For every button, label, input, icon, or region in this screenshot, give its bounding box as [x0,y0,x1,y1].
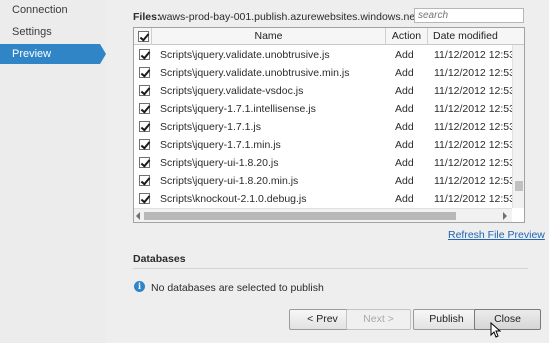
close-button[interactable]: Close [474,309,541,330]
mouse-cursor-icon [490,322,502,338]
table-row[interactable]: Scripts\jquery-1.7.1.min.js Add 11/12/2012… [134,136,524,154]
table-row[interactable]: Scripts\jquery.validate.unobtrusive.js Ad… [134,46,524,64]
table-row[interactable]: Scripts\jquery-ui-1.8.20.min.js Add 11/12/… [134,172,524,190]
search-input[interactable] [414,8,524,23]
databases-divider [133,268,528,269]
file-action: Add [395,103,414,115]
file-action: Add [395,121,414,133]
row-checkbox[interactable] [139,157,150,168]
nav-item-settings[interactable]: Settings [0,22,100,42]
scroll-left-icon[interactable] [136,212,140,220]
file-name: Scripts\jquery-1.7.1.js [160,121,261,133]
header-action[interactable]: Action [386,28,428,45]
row-checkbox[interactable] [139,103,150,114]
file-action: Add [395,67,414,79]
next-button[interactable]: Next > [346,309,411,330]
vertical-scrollbar[interactable] [512,45,524,208]
row-checkbox[interactable] [139,175,150,186]
table-row[interactable]: Scripts\jquery.validate.unobtrusive.min.… [134,64,524,82]
nav-item-preview[interactable]: Preview [0,44,100,64]
row-checkbox[interactable] [139,121,150,132]
grid-header: Name Action Date modified [134,28,524,45]
file-name: Scripts\jquery-1.7.1.intellisense.js [160,103,316,115]
files-label: Files: [133,11,161,23]
header-name[interactable]: Name [152,28,386,45]
header-date-modified[interactable]: Date modified [428,28,524,45]
file-action: Add [395,49,414,61]
row-checkbox[interactable] [139,49,150,60]
row-checkbox[interactable] [139,67,150,78]
file-name: Scripts\jquery.validate.unobtrusive.min.… [160,67,350,79]
info-icon: i [134,281,145,292]
horizontal-scroll-thumb[interactable] [144,212,456,220]
file-action: Add [395,139,414,151]
file-action: Add [395,193,414,205]
file-action: Add [395,157,414,169]
publish-button[interactable]: Publish [413,309,480,330]
table-row[interactable]: Scripts\knockout-2.1.0.debug.js Add 11/12/… [134,190,524,208]
table-row[interactable]: Scripts\jquery-1.7.1.intellisense.js Add 1… [134,100,524,118]
files-header: Files: waws-prod-bay-001.publish.azurewe… [133,8,528,24]
row-checkbox[interactable] [139,139,150,150]
file-name: Scripts\knockout-2.1.0.debug.js [160,193,307,205]
header-select-all[interactable] [134,28,152,45]
files-destination-path: waws-prod-bay-001.publish.azurewebsites.… [159,11,441,23]
file-preview-grid: Name Action Date modified Scripts\jquery… [133,27,525,223]
databases-heading: Databases [133,253,186,265]
file-name: Scripts\jquery-1.7.1.min.js [160,139,281,151]
databases-message: No databases are selected to publish [151,282,324,294]
refresh-file-preview-link[interactable]: Refresh File Preview [448,229,545,241]
table-row[interactable]: Scripts\jquery-ui-1.8.20.js Add 11/12/2012… [134,154,524,172]
file-action: Add [395,175,414,187]
row-checkbox[interactable] [139,85,150,96]
publish-web-dialog: Connection Settings Preview Files: waws-… [0,0,549,343]
wizard-nav: Connection Settings Preview [0,0,106,343]
nav-selection-arrow [100,44,106,64]
file-name: Scripts\jquery.validate-vsdoc.js [160,85,304,97]
horizontal-scrollbar[interactable] [134,208,512,222]
nav-item-connection[interactable]: Connection [0,0,100,20]
vertical-scroll-thumb[interactable] [515,181,523,191]
file-name: Scripts\jquery-ui-1.8.20.js [160,157,279,169]
file-name: Scripts\jquery-ui-1.8.20.min.js [160,175,299,187]
scroll-right-icon[interactable] [503,212,507,220]
table-row[interactable]: Scripts\jquery-1.7.1.js Add 11/12/2012 12:… [134,118,524,136]
table-row[interactable]: Scripts\jquery.validate-vsdoc.js Add 11/12… [134,82,524,100]
file-action: Add [395,85,414,97]
select-all-checkbox[interactable] [138,31,149,42]
row-checkbox[interactable] [139,193,150,204]
file-name: Scripts\jquery.validate.unobtrusive.js [160,49,330,61]
